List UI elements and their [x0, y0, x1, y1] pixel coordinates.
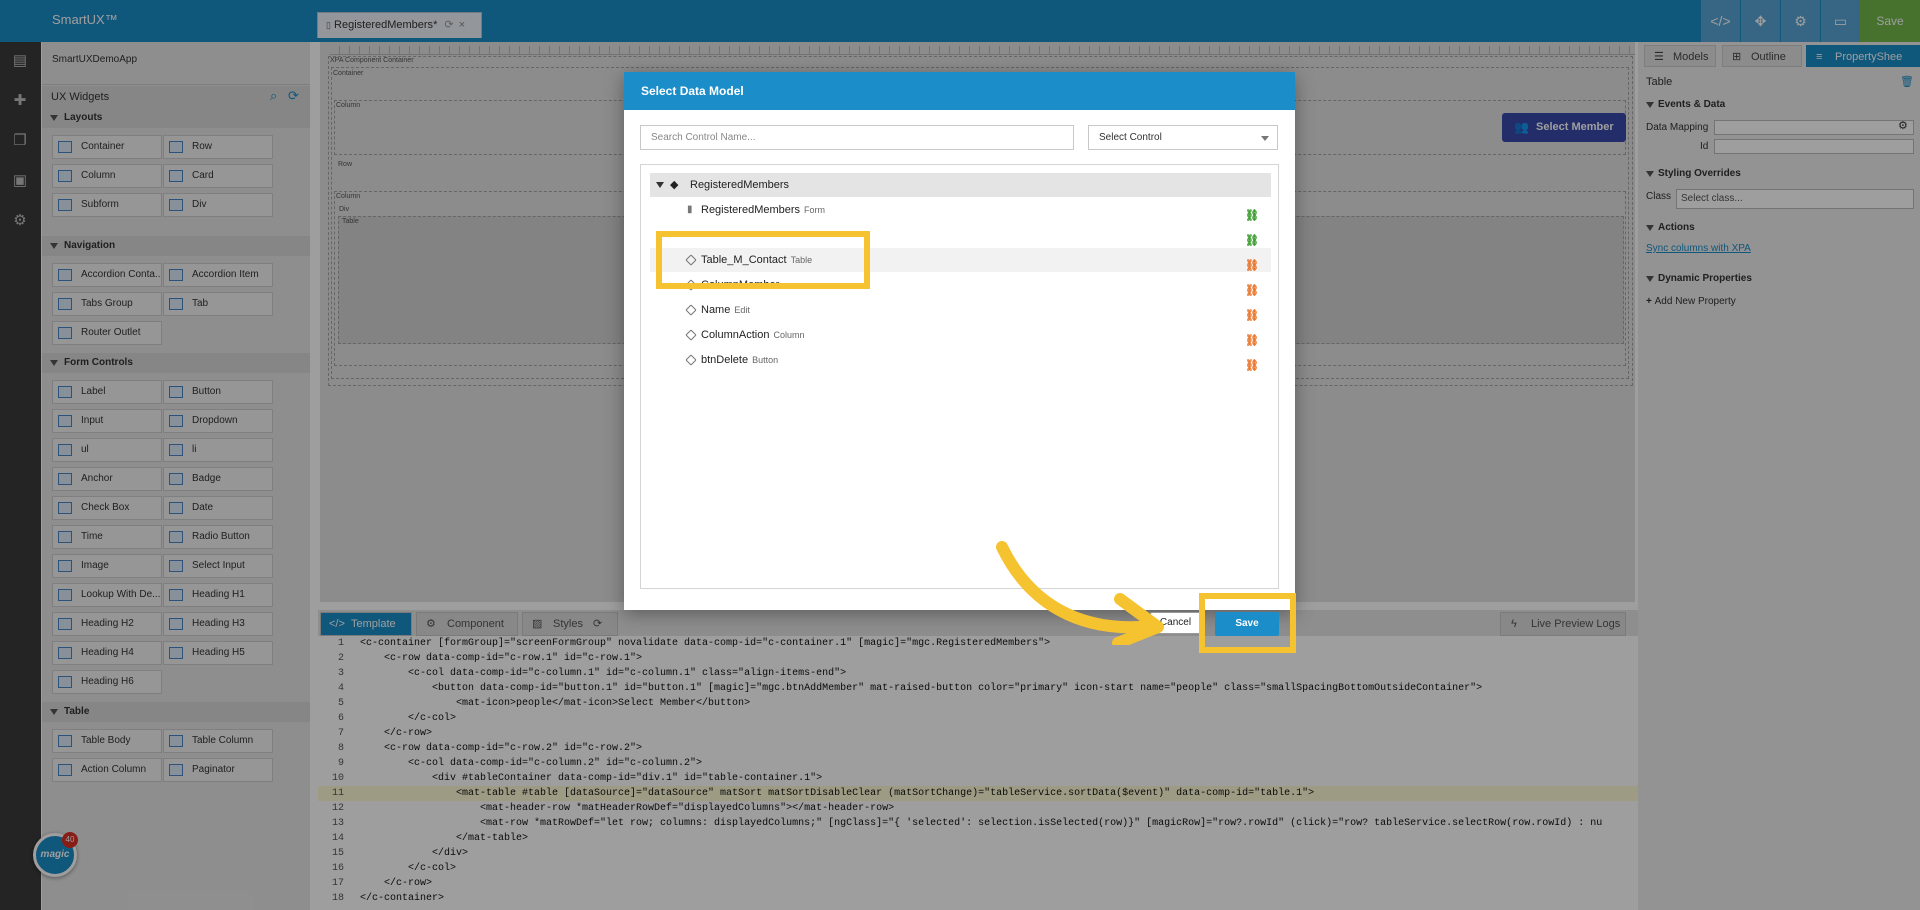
data-model-tree: ◆ RegisteredMembers ▮ RegisteredMembers F…	[640, 164, 1279, 589]
tag-icon	[685, 354, 697, 366]
tree-item[interactable]: Name Edit ⛓	[650, 298, 1271, 322]
root-label: RegisteredMembers	[690, 179, 790, 191]
tag-icon	[685, 254, 697, 266]
tag-icon	[685, 279, 697, 291]
tree-item[interactable]: ⛓	[650, 223, 1271, 247]
select-control-dropdown[interactable]: Select Control	[1088, 125, 1278, 150]
item-name: Table_M_Contact	[701, 254, 787, 266]
item-name: RegisteredMembers	[701, 204, 801, 216]
tree-item[interactable]: btnDelete Button ⛓	[650, 348, 1271, 372]
tree-root-node[interactable]: ◆ RegisteredMembers	[650, 173, 1271, 197]
tree-item-selected[interactable]: Table_M_Contact Table ⛓	[650, 248, 1271, 272]
unlink-icon[interactable]: ⛓	[1245, 354, 1259, 378]
item-type: Table	[790, 255, 813, 265]
dialog-title: Select Data Model	[624, 72, 1295, 110]
item-name: ColumnAction	[701, 329, 770, 341]
item-type: Form	[804, 205, 826, 215]
collapse-caret-icon[interactable]	[656, 182, 664, 188]
item-name: ColumnMember	[701, 279, 780, 291]
tutorial-arrow-icon	[996, 541, 1164, 645]
item-type: Column	[773, 330, 805, 340]
item-type: Button	[752, 355, 779, 365]
item-name: btnDelete	[701, 354, 749, 366]
search-control-input[interactable]: Search Control Name...	[640, 125, 1074, 150]
tag-icon	[685, 304, 697, 316]
form-icon: ▮	[687, 204, 693, 215]
tree-item[interactable]: ColumnMember ⛓	[650, 273, 1271, 297]
item-type: Edit	[734, 305, 750, 315]
dialog-footer	[624, 602, 1295, 610]
item-name: Name	[701, 304, 731, 316]
dialog-save-button[interactable]: Save	[1215, 612, 1279, 636]
select-data-model-dialog: Select Data Model Search Control Name...…	[624, 72, 1295, 610]
tree-item[interactable]: ColumnAction Column ⛓	[650, 323, 1271, 347]
tag-icon	[685, 329, 697, 341]
tags-icon: ◆	[670, 179, 679, 191]
tree-item[interactable]: ▮ RegisteredMembers Form ⛓	[650, 198, 1271, 222]
